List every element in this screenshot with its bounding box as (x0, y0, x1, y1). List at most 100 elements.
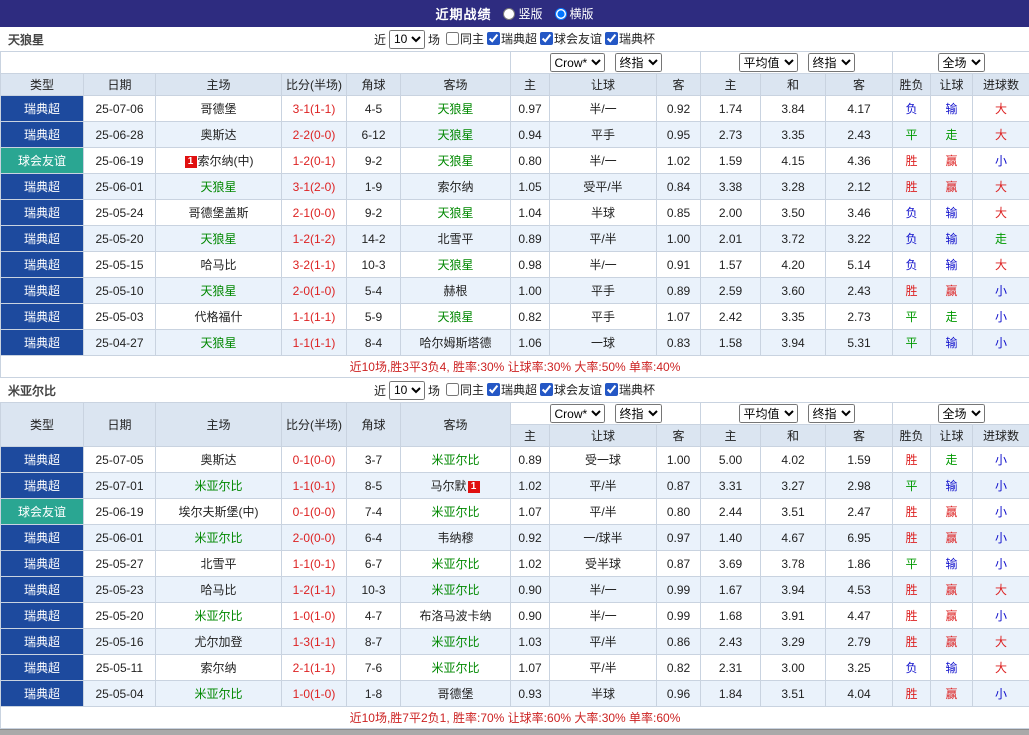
ah-away-odds: 1.07 (657, 304, 701, 330)
checkbox-label: 同主 (460, 381, 484, 398)
team-label[interactable]: 天狼星 (437, 154, 473, 168)
column-header: 比分(半场) (282, 403, 347, 447)
team-name: 米亚尔比 (8, 382, 56, 399)
eu-away-odds: 6.95 (826, 525, 893, 551)
result-wdl: 负 (893, 226, 931, 252)
team-label[interactable]: 米亚尔比 (431, 583, 479, 597)
team-label[interactable]: 米亚尔比 (194, 609, 242, 623)
result-handicap: 输 (931, 551, 973, 577)
filter-checkbox[interactable]: 球会友谊 (540, 381, 602, 398)
ah-home-odds: 0.90 (511, 577, 550, 603)
home-team: 哥德堡盖斯 (156, 200, 282, 226)
team-label[interactable]: 天狼星 (437, 258, 473, 272)
match-date: 25-05-15 (84, 252, 156, 278)
result-handicap: 走 (931, 447, 973, 473)
home-team: 索尔纳 (156, 655, 282, 681)
average-select[interactable]: 平均值 (739, 53, 798, 72)
result-goals: 大 (973, 174, 1029, 200)
team-label[interactable]: 米亚尔比 (431, 557, 479, 571)
ah-away-odds: 0.97 (657, 525, 701, 551)
team-label[interactable]: 米亚尔比 (194, 479, 242, 493)
score-halftime: 1-2(1-1) (282, 577, 347, 603)
match-count-select[interactable]: 10 (389, 30, 425, 49)
team-label[interactable]: 米亚尔比 (431, 453, 479, 467)
column-header: 角球 (347, 74, 401, 96)
filter-checkbox[interactable]: 同主 (446, 30, 484, 47)
score-halftime: 2-2(0-0) (282, 122, 347, 148)
eu-away-odds: 2.12 (826, 174, 893, 200)
horizontal-radio-input[interactable] (555, 8, 567, 20)
team-label[interactable]: 天狼星 (200, 180, 236, 194)
home-team: 米亚尔比 (156, 525, 282, 551)
team-section-2: 米亚尔比 近 10 场 同主瑞典超球会友谊瑞典杯 类型日期主场比分(半场)角球客… (0, 378, 1029, 729)
checkbox-input[interactable] (446, 383, 459, 396)
matches-label: 场 (428, 31, 440, 48)
odds-select-group: Crow* 终指 (511, 52, 701, 74)
ah-home-odds: 1.05 (511, 174, 550, 200)
layout-radio-vertical[interactable]: 竖版 (503, 5, 542, 22)
checkbox-input[interactable] (540, 32, 553, 45)
team-label[interactable]: 米亚尔比 (194, 531, 242, 545)
ah-away-odds: 0.96 (657, 681, 701, 707)
filter-checkbox[interactable]: 瑞典杯 (605, 381, 655, 398)
eu-draw-odds: 3.28 (761, 174, 826, 200)
final1-select[interactable]: 终指 (615, 53, 662, 72)
checkbox-input[interactable] (446, 32, 459, 45)
matches-body: 瑞典超25-07-06哥德堡3-1(1-1)4-5天狼星0.97半/一0.921… (1, 96, 1029, 356)
team-label[interactable]: 天狼星 (200, 336, 236, 350)
ah-home-odds: 0.98 (511, 252, 550, 278)
filter-checkbox[interactable]: 瑞典超 (487, 381, 537, 398)
match-row: 瑞典超25-07-05奥斯达0-1(0-0)3-7米亚尔比0.89受一球1.00… (1, 447, 1029, 473)
final2-select[interactable]: 终指 (808, 404, 855, 423)
away-team: 天狼星 (401, 200, 511, 226)
team-label[interactable]: 米亚尔比 (431, 661, 479, 675)
average-select[interactable]: 平均值 (739, 404, 798, 423)
filter-checkbox[interactable]: 球会友谊 (540, 30, 602, 47)
ah-home-odds: 1.07 (511, 655, 550, 681)
eu-away-odds: 2.79 (826, 629, 893, 655)
ah-line: 半/一 (550, 603, 657, 629)
column-header: 胜负 (893, 74, 931, 96)
checkbox-input[interactable] (487, 32, 500, 45)
score-halftime: 1-1(0-1) (282, 473, 347, 499)
team-label[interactable]: 天狼星 (200, 232, 236, 246)
team-label[interactable]: 天狼星 (437, 128, 473, 142)
filter-checkbox[interactable]: 同主 (446, 381, 484, 398)
team-label[interactable]: 天狼星 (437, 102, 473, 116)
layout-radio-horizontal[interactable]: 横版 (555, 5, 594, 22)
matches-table: Crow*终指平均值终指全场类型日期主场比分(半场)角球客场主让球客主和客胜负让… (0, 51, 1029, 378)
result-handicap: 赢 (931, 603, 973, 629)
match-count-select[interactable]: 10 (389, 381, 425, 400)
score-halftime: 1-0(1-0) (282, 603, 347, 629)
match-row: 瑞典超25-05-23哈马比1-2(1-1)10-3米亚尔比0.90半/一0.9… (1, 577, 1029, 603)
eu-draw-odds: 3.84 (761, 96, 826, 122)
team-label[interactable]: 天狼星 (437, 206, 473, 220)
filter-checkbox[interactable]: 瑞典杯 (605, 30, 655, 47)
checkbox-input[interactable] (540, 383, 553, 396)
vertical-radio-input[interactable] (503, 8, 515, 20)
final2-select[interactable]: 终指 (808, 53, 855, 72)
checkbox-input[interactable] (487, 383, 500, 396)
team-label[interactable]: 天狼星 (437, 310, 473, 324)
column-header: 客场 (401, 403, 511, 447)
filter-checkbox[interactable]: 瑞典超 (487, 30, 537, 47)
team-label[interactable]: 米亚尔比 (431, 505, 479, 519)
horizontal-scrollbar[interactable] (0, 729, 1029, 735)
result-handicap: 赢 (931, 174, 973, 200)
eu-draw-odds: 3.50 (761, 200, 826, 226)
checkbox-input[interactable] (605, 32, 618, 45)
scope-select[interactable]: 全场 (938, 404, 985, 423)
bookmaker-select[interactable]: Crow* (550, 404, 605, 423)
bookmaker-select[interactable]: Crow* (550, 53, 605, 72)
ah-home-odds: 1.06 (511, 330, 550, 356)
result-wdl: 平 (893, 330, 931, 356)
team-label[interactable]: 天狼星 (200, 284, 236, 298)
competition-type: 瑞典超 (1, 629, 84, 655)
team-label[interactable]: 米亚尔比 (431, 635, 479, 649)
home-team: 天狼星 (156, 174, 282, 200)
scope-select[interactable]: 全场 (938, 53, 985, 72)
final1-select[interactable]: 终指 (615, 404, 662, 423)
team-label[interactable]: 米亚尔比 (194, 687, 242, 701)
checkbox-input[interactable] (605, 383, 618, 396)
near-label: 近 (374, 382, 386, 399)
